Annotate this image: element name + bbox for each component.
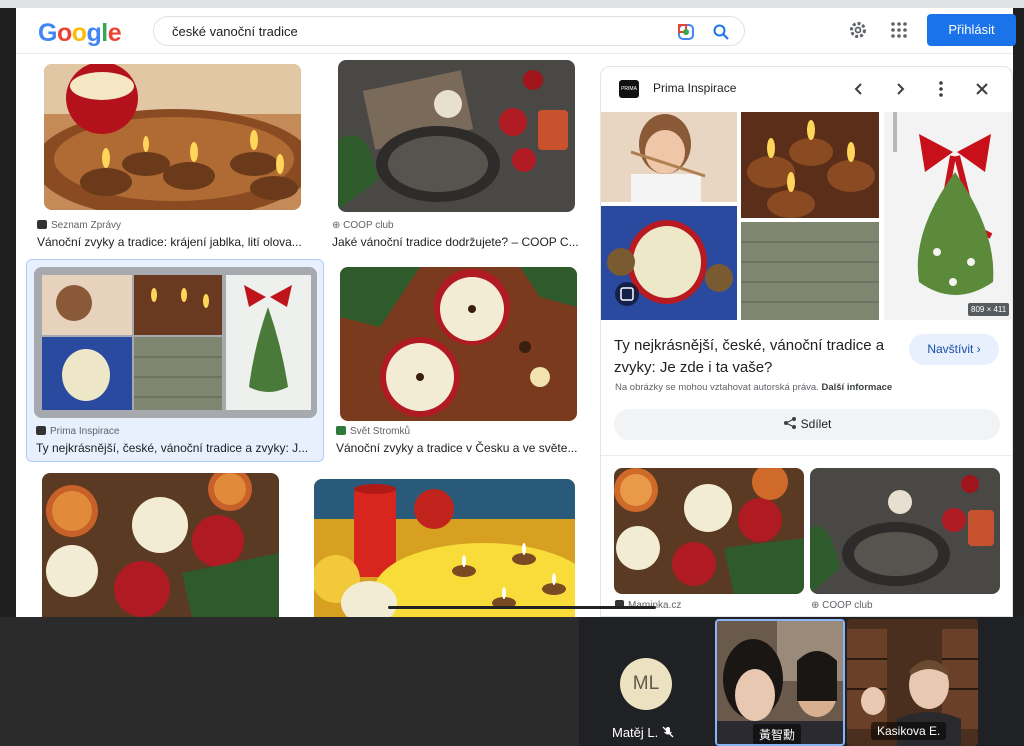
search-input[interactable]: české vanoční tradice <box>172 24 298 39</box>
avatar: ML <box>620 658 672 710</box>
dried-oranges-apples-image <box>42 473 279 617</box>
visit-button[interactable]: Navštívit › <box>909 334 999 365</box>
seznam-favicon-icon <box>37 220 47 229</box>
traditions-collage-large-image <box>601 112 1012 320</box>
globe-icon: ⊕ <box>811 600 823 611</box>
horizontal-scroll-indicator[interactable] <box>388 606 656 609</box>
close-icon[interactable] <box>972 79 992 99</box>
participant-name: 黃智勳 <box>753 724 802 744</box>
result-source: ⊕ COOP club <box>332 220 394 231</box>
related-table-image <box>810 468 1000 594</box>
share-label: Sdílet <box>800 417 832 431</box>
search-box[interactable]: české vanoční tradice <box>153 16 745 46</box>
panel-source-name[interactable]: Prima Inspirace <box>653 81 736 95</box>
result-source: Prima Inspirace <box>36 426 119 437</box>
right-edge-bar <box>1013 8 1024 617</box>
sign-in-button[interactable]: Přihlásit <box>927 14 1016 46</box>
floating-walnut-candles-image <box>314 479 575 617</box>
result-image-apple-star[interactable] <box>340 267 577 421</box>
chevron-right-small-icon: › <box>976 342 981 356</box>
result-image-dried-oranges[interactable] <box>42 473 279 617</box>
related-oranges-apples-image <box>614 468 804 594</box>
settings-gear-icon[interactable] <box>848 20 868 40</box>
result-image-candles-walnuts[interactable] <box>44 64 301 210</box>
result-title[interactable]: Vánoční zvyky a tradice: krájení jablka,… <box>37 235 307 249</box>
result-source: Svět Stromků <box>336 426 410 437</box>
panel-title[interactable]: Ty nejkrásnější, české, vánoční tradice … <box>614 335 904 379</box>
result-title[interactable]: Vánoční zvyky a tradice v Česku a ve svě… <box>336 441 586 455</box>
result-card-selected[interactable]: Prima Inspirace Ty nejkrásnější, české, … <box>26 259 324 462</box>
result-card[interactable]: ⊕ COOP club Jaké vánoční tradice dodržuj… <box>326 58 590 258</box>
copyright-notice: Na obrázky se mohou vztahovat autorská p… <box>615 382 892 393</box>
result-card[interactable] <box>300 470 590 617</box>
image-dimensions-badge: 809 × 411 <box>968 303 1010 316</box>
apps-grid-icon[interactable] <box>890 21 908 39</box>
image-preview-panel: PRIMA Prima Inspirace 809 × 411 Ty nejkr… <box>600 66 1013 617</box>
more-info-link[interactable]: Další informace <box>821 382 892 393</box>
participant-tile[interactable]: ML Matěj L. <box>580 617 712 746</box>
participant-name: Matěj L. <box>612 725 674 740</box>
result-title[interactable]: Ty nejkrásnější, české, vánoční tradice … <box>36 441 318 455</box>
result-image-table-spread[interactable] <box>338 60 575 212</box>
google-lens-icon[interactable] <box>677 23 695 41</box>
result-image-collage[interactable] <box>34 267 317 418</box>
traditions-collage-image <box>34 267 317 418</box>
participant-name: Kasikova E. <box>871 722 947 740</box>
mic-muted-icon <box>662 726 674 738</box>
panel-divider <box>601 455 1012 456</box>
visit-label: Navštívit <box>927 342 974 356</box>
share-button[interactable]: Sdílet <box>614 409 1000 440</box>
more-vert-icon[interactable] <box>931 79 951 99</box>
share-icon <box>783 417 796 429</box>
meeting-empty-area <box>0 617 579 746</box>
result-title[interactable]: Jaké vánoční tradice dodržujete? – COOP … <box>332 235 586 249</box>
related-image[interactable] <box>810 468 1000 594</box>
apple-cross-section-image <box>340 267 577 421</box>
prima-logo: PRIMA <box>619 80 639 98</box>
result-source: Seznam Zprávy <box>37 220 121 231</box>
search-icon[interactable] <box>712 23 730 41</box>
screen-share-stage: Google české vanoční tradice Přihlásit S… <box>0 0 1024 746</box>
related-image[interactable] <box>614 468 804 594</box>
chevron-left-icon[interactable] <box>849 79 869 99</box>
participant-video-tile[interactable]: Kasikova E. <box>847 619 978 746</box>
chevron-right-icon[interactable] <box>890 79 910 99</box>
result-card[interactable] <box>30 470 294 617</box>
result-card[interactable]: Seznam Zprávy Vánoční zvyky a tradice: k… <box>30 58 310 258</box>
candles-in-walnuts-image <box>44 64 301 210</box>
left-edge-bar <box>0 8 16 617</box>
meeting-participant-strip: ML Matěj L. 黃智勳 Kasikova E. <box>0 617 1024 746</box>
participant-video-tile-active[interactable]: 黃智勳 <box>715 619 845 746</box>
shared-screen: Google české vanoční tradice Přihlásit S… <box>0 0 1024 617</box>
browser-top-strip <box>0 0 1024 8</box>
google-logo[interactable]: Google <box>38 19 122 47</box>
result-image-floating-candles[interactable] <box>314 479 575 617</box>
svet-stromku-favicon-icon <box>336 426 346 435</box>
related-source: ⊕ COOP club <box>811 600 873 611</box>
google-header: Google české vanoční tradice Přihlásit <box>16 8 1016 54</box>
copyright-text: Na obrázky se mohou vztahovat autorská p… <box>615 382 819 393</box>
christmas-table-image <box>338 60 575 212</box>
globe-icon: ⊕ <box>332 220 344 231</box>
prima-favicon-icon <box>36 426 46 435</box>
result-card[interactable]: Svět Stromků Vánoční zvyky a tradice v Č… <box>330 259 590 462</box>
panel-main-image[interactable] <box>601 112 1012 320</box>
